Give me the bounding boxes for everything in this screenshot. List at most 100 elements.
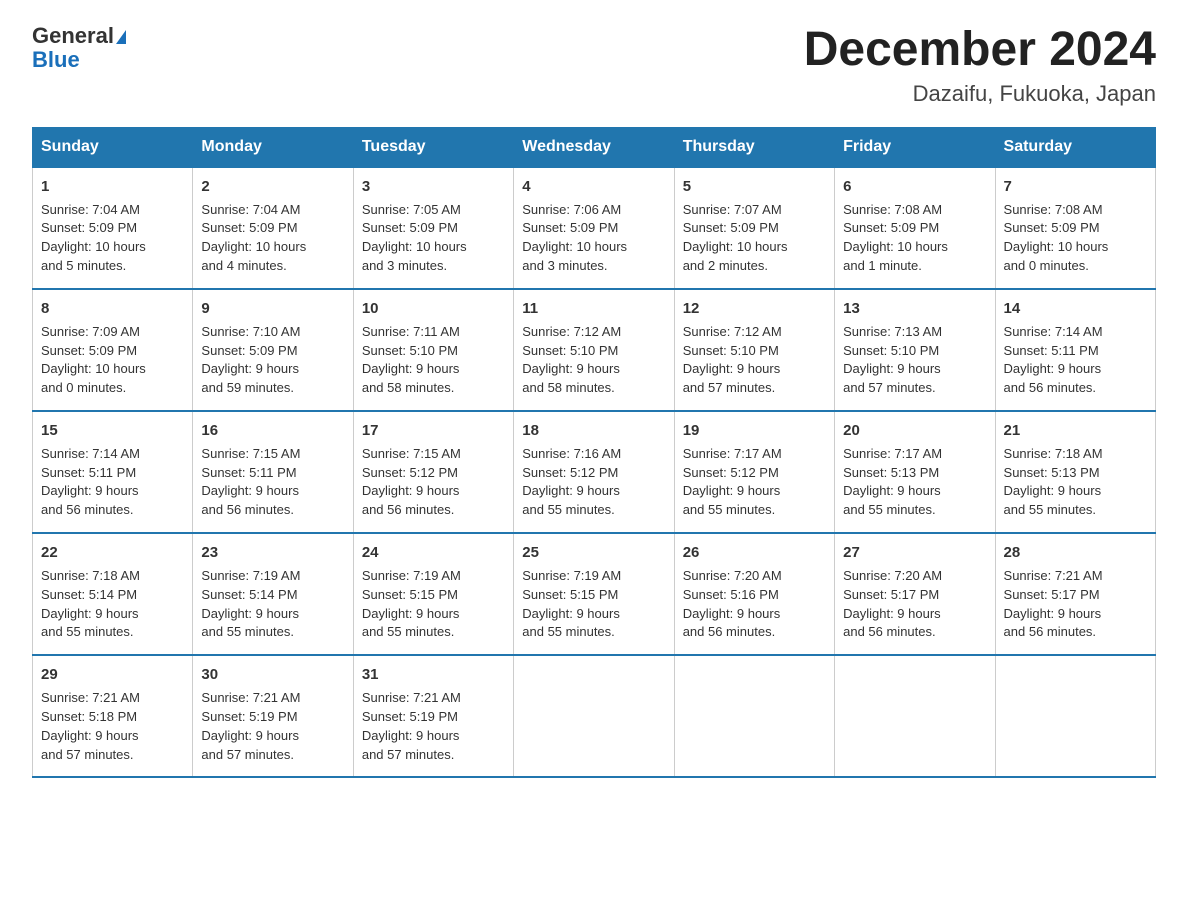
calendar-cell: 21 Sunrise: 7:18 AM Sunset: 5:13 PM Dayli… — [995, 411, 1155, 533]
day-number: 30 — [201, 664, 344, 686]
col-header-wednesday: Wednesday — [514, 127, 674, 167]
day-number: 10 — [362, 298, 505, 320]
week-row-2: 8 Sunrise: 7:09 AM Sunset: 5:09 PM Daylig… — [33, 289, 1156, 411]
day-number: 5 — [683, 176, 826, 198]
day-info: Sunrise: 7:05 AM Sunset: 5:09 PM Dayligh… — [362, 201, 505, 276]
day-info: Sunrise: 7:21 AM Sunset: 5:19 PM Dayligh… — [362, 689, 505, 764]
calendar-cell: 12 Sunrise: 7:12 AM Sunset: 5:10 PM Dayli… — [674, 289, 834, 411]
day-info: Sunrise: 7:19 AM Sunset: 5:15 PM Dayligh… — [362, 567, 505, 642]
day-number: 20 — [843, 420, 986, 442]
day-number: 8 — [41, 298, 184, 320]
calendar-cell: 5 Sunrise: 7:07 AM Sunset: 5:09 PM Daylig… — [674, 167, 834, 289]
calendar-cell — [514, 655, 674, 777]
calendar-cell: 15Sunrise: 7:14 AM Sunset: 5:11 PM Dayli… — [33, 411, 193, 533]
day-number: 1 — [41, 176, 184, 198]
day-info: Sunrise: 7:17 AM Sunset: 5:12 PM Dayligh… — [683, 445, 826, 520]
calendar-cell: 31Sunrise: 7:21 AM Sunset: 5:19 PM Dayli… — [353, 655, 513, 777]
day-number: 12 — [683, 298, 826, 320]
calendar-cell: 18 Sunrise: 7:16 AM Sunset: 5:12 PM Dayli… — [514, 411, 674, 533]
location: Dazaifu, Fukuoka, Japan — [804, 81, 1156, 107]
day-number: 6 — [843, 176, 986, 198]
calendar-cell — [835, 655, 995, 777]
day-info: Sunrise: 7:08 AM Sunset: 5:09 PM Dayligh… — [843, 201, 986, 276]
day-number: 3 — [362, 176, 505, 198]
day-info: Sunrise: 7:13 AM Sunset: 5:10 PM Dayligh… — [843, 323, 986, 398]
day-number: 27 — [843, 542, 986, 564]
day-info: Sunrise: 7:04 AM Sunset: 5:09 PM Dayligh… — [201, 201, 344, 276]
col-header-sunday: Sunday — [33, 127, 193, 167]
calendar-cell: 10 Sunrise: 7:11 AM Sunset: 5:10 PM Dayli… — [353, 289, 513, 411]
day-info: Sunrise: 7:21 AM Sunset: 5:17 PM Dayligh… — [1004, 567, 1147, 642]
calendar-cell: 19 Sunrise: 7:17 AM Sunset: 5:12 PM Dayli… — [674, 411, 834, 533]
day-number: 17 — [362, 420, 505, 442]
day-number: 25 — [522, 542, 665, 564]
day-number: 19 — [683, 420, 826, 442]
day-info: Sunrise: 7:18 AM Sunset: 5:14 PM Dayligh… — [41, 567, 184, 642]
logo: General Blue — [32, 24, 126, 72]
logo-blue: Blue — [32, 48, 126, 72]
day-number: 7 — [1004, 176, 1147, 198]
day-info: Sunrise: 7:21 AM Sunset: 5:18 PM Dayligh… — [41, 689, 184, 764]
day-number: 21 — [1004, 420, 1147, 442]
day-number: 28 — [1004, 542, 1147, 564]
title-block: December 2024 Dazaifu, Fukuoka, Japan — [804, 24, 1156, 107]
header-row: SundayMondayTuesdayWednesdayThursdayFrid… — [33, 127, 1156, 167]
day-number: 23 — [201, 542, 344, 564]
col-header-saturday: Saturday — [995, 127, 1155, 167]
calendar-cell: 29 Sunrise: 7:21 AM Sunset: 5:18 PM Dayli… — [33, 655, 193, 777]
col-header-friday: Friday — [835, 127, 995, 167]
col-header-monday: Monday — [193, 127, 353, 167]
calendar-body: 1 Sunrise: 7:04 AM Sunset: 5:09 PM Daylig… — [33, 167, 1156, 778]
calendar-cell: 8 Sunrise: 7:09 AM Sunset: 5:09 PM Daylig… — [33, 289, 193, 411]
day-info: Sunrise: 7:19 AM Sunset: 5:15 PM Dayligh… — [522, 567, 665, 642]
day-number: 18 — [522, 420, 665, 442]
day-info: Sunrise: 7:21 AM Sunset: 5:19 PM Dayligh… — [201, 689, 344, 764]
day-info: Sunrise: 7:14 AM Sunset: 5:11 PM Dayligh… — [1004, 323, 1147, 398]
week-row-3: 15Sunrise: 7:14 AM Sunset: 5:11 PM Dayli… — [33, 411, 1156, 533]
calendar-cell — [995, 655, 1155, 777]
day-info: Sunrise: 7:15 AM Sunset: 5:11 PM Dayligh… — [201, 445, 344, 520]
day-info: Sunrise: 7:11 AM Sunset: 5:10 PM Dayligh… — [362, 323, 505, 398]
week-row-4: 22 Sunrise: 7:18 AM Sunset: 5:14 PM Dayli… — [33, 533, 1156, 655]
day-info: Sunrise: 7:20 AM Sunset: 5:17 PM Dayligh… — [843, 567, 986, 642]
day-info: Sunrise: 7:18 AM Sunset: 5:13 PM Dayligh… — [1004, 445, 1147, 520]
day-info: Sunrise: 7:09 AM Sunset: 5:09 PM Dayligh… — [41, 323, 184, 398]
day-info: Sunrise: 7:12 AM Sunset: 5:10 PM Dayligh… — [683, 323, 826, 398]
calendar-cell: 20Sunrise: 7:17 AM Sunset: 5:13 PM Dayli… — [835, 411, 995, 533]
calendar-cell: 1Sunrise: 7:04 AM Sunset: 5:09 PM Daylig… — [33, 167, 193, 289]
calendar-cell: 30 Sunrise: 7:21 AM Sunset: 5:19 PM Dayli… — [193, 655, 353, 777]
day-number: 24 — [362, 542, 505, 564]
calendar-cell: 4Sunrise: 7:06 AM Sunset: 5:09 PM Daylig… — [514, 167, 674, 289]
day-number: 2 — [201, 176, 344, 198]
calendar-cell: 3 Sunrise: 7:05 AM Sunset: 5:09 PM Daylig… — [353, 167, 513, 289]
logo-triangle-icon — [116, 30, 126, 44]
day-info: Sunrise: 7:19 AM Sunset: 5:14 PM Dayligh… — [201, 567, 344, 642]
calendar-cell: 14 Sunrise: 7:14 AM Sunset: 5:11 PM Dayli… — [995, 289, 1155, 411]
day-info: Sunrise: 7:08 AM Sunset: 5:09 PM Dayligh… — [1004, 201, 1147, 276]
day-info: Sunrise: 7:10 AM Sunset: 5:09 PM Dayligh… — [201, 323, 344, 398]
calendar-header: SundayMondayTuesdayWednesdayThursdayFrid… — [33, 127, 1156, 167]
col-header-tuesday: Tuesday — [353, 127, 513, 167]
calendar-cell: 17Sunrise: 7:15 AM Sunset: 5:12 PM Dayli… — [353, 411, 513, 533]
day-number: 11 — [522, 298, 665, 320]
calendar-cell: 24 Sunrise: 7:19 AM Sunset: 5:15 PM Dayli… — [353, 533, 513, 655]
calendar-cell: 9 Sunrise: 7:10 AM Sunset: 5:09 PM Daylig… — [193, 289, 353, 411]
day-info: Sunrise: 7:07 AM Sunset: 5:09 PM Dayligh… — [683, 201, 826, 276]
day-info: Sunrise: 7:06 AM Sunset: 5:09 PM Dayligh… — [522, 201, 665, 276]
day-info: Sunrise: 7:12 AM Sunset: 5:10 PM Dayligh… — [522, 323, 665, 398]
calendar-cell: 23 Sunrise: 7:19 AM Sunset: 5:14 PM Dayli… — [193, 533, 353, 655]
calendar-table: SundayMondayTuesdayWednesdayThursdayFrid… — [32, 127, 1156, 779]
calendar-cell: 25 Sunrise: 7:19 AM Sunset: 5:15 PM Dayli… — [514, 533, 674, 655]
day-number: 22 — [41, 542, 184, 564]
day-number: 16 — [201, 420, 344, 442]
calendar-cell: 16 Sunrise: 7:15 AM Sunset: 5:11 PM Dayli… — [193, 411, 353, 533]
day-number: 29 — [41, 664, 184, 686]
col-header-thursday: Thursday — [674, 127, 834, 167]
day-number: 9 — [201, 298, 344, 320]
calendar-cell: 7 Sunrise: 7:08 AM Sunset: 5:09 PM Daylig… — [995, 167, 1155, 289]
week-row-5: 29 Sunrise: 7:21 AM Sunset: 5:18 PM Dayli… — [33, 655, 1156, 777]
day-number: 14 — [1004, 298, 1147, 320]
calendar-cell: 27 Sunrise: 7:20 AM Sunset: 5:17 PM Dayli… — [835, 533, 995, 655]
day-info: Sunrise: 7:16 AM Sunset: 5:12 PM Dayligh… — [522, 445, 665, 520]
day-info: Sunrise: 7:14 AM Sunset: 5:11 PM Dayligh… — [41, 445, 184, 520]
